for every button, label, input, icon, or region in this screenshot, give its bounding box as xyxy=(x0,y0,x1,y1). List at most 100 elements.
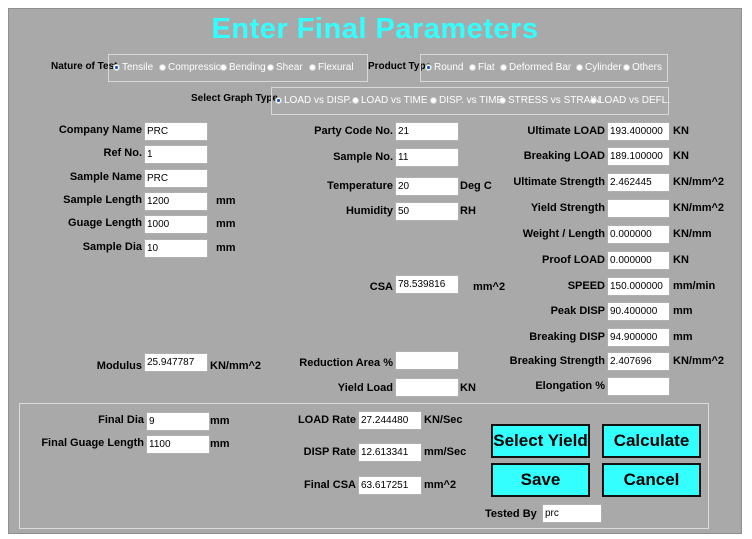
modulus-field[interactable]: 25.947787 xyxy=(144,353,208,372)
final-values-panel: Final Dia 9 mm Final Guage Length 1100 m… xyxy=(19,403,709,529)
radio-bending[interactable]: Bending xyxy=(220,62,266,73)
tested-by-field[interactable]: prc xyxy=(542,504,602,523)
breaking-strength-unit: KN/mm^2 xyxy=(673,355,725,367)
elongation-label: Elongation % xyxy=(535,380,605,392)
sample-no-field[interactable]: 11 xyxy=(395,148,459,167)
radio-selected-icon xyxy=(275,97,282,104)
sample-name-label: Sample Name xyxy=(69,171,142,183)
yield-load-field[interactable] xyxy=(395,378,459,397)
radio-round[interactable]: Round xyxy=(425,62,463,73)
radio-stress-vs-strain[interactable]: STRESS vs STRAIN xyxy=(499,95,600,106)
sample-length-unit: mm xyxy=(216,195,236,207)
final-dia-field[interactable]: 9 xyxy=(146,412,210,431)
weight-length-unit: KN/mm xyxy=(673,228,712,240)
final-csa-field[interactable]: 63.617251 xyxy=(358,476,422,495)
load-rate-field[interactable]: 27.244480 xyxy=(358,411,422,430)
ultimate-strength-label: Ultimate Strength xyxy=(513,176,605,188)
sample-dia-field[interactable]: 10 xyxy=(144,239,208,258)
ultimate-strength-field[interactable]: 2.462445 xyxy=(607,173,670,192)
window-title: Enter Final Parameters xyxy=(211,13,539,45)
speed-field[interactable]: 150.000000 xyxy=(607,277,670,296)
product-type-group: Round Flat Deformed Bar Cylinder Others xyxy=(420,54,668,82)
radio-load-vs-time[interactable]: LOAD vs TIME xyxy=(352,95,428,106)
yield-load-unit: KN xyxy=(460,382,476,394)
radio-deformed-bar[interactable]: Deformed Bar xyxy=(500,62,571,73)
breaking-disp-field[interactable]: 94.900000 xyxy=(607,328,670,347)
peak-disp-unit: mm xyxy=(673,305,693,317)
radio-icon xyxy=(267,64,274,71)
radio-tensile[interactable]: Tensile xyxy=(113,62,153,73)
save-button[interactable]: Save xyxy=(491,463,590,497)
radio-cylinder[interactable]: Cylinder xyxy=(576,62,622,73)
load-rate-label: LOAD Rate xyxy=(297,414,356,426)
modulus-label: Modulus xyxy=(96,360,142,372)
ultimate-load-field[interactable]: 193.400000 xyxy=(607,122,670,141)
ultimate-load-unit: KN xyxy=(673,125,689,137)
temperature-field[interactable]: 20 xyxy=(395,177,459,196)
disp-rate-label: DISP Rate xyxy=(303,446,356,458)
disp-rate-field[interactable]: 12.613341 xyxy=(358,443,422,462)
disp-rate-unit: mm/Sec xyxy=(424,446,467,458)
radio-icon xyxy=(499,97,506,104)
modulus-unit: KN/mm^2 xyxy=(210,360,262,372)
ref-no-label: Ref No. xyxy=(103,147,143,159)
sample-dia-label: Sample Dia xyxy=(82,241,142,253)
radio-selected-icon xyxy=(425,64,432,71)
sample-no-label: Sample No. xyxy=(333,151,393,163)
csa-field[interactable]: 78.539816 xyxy=(395,275,459,294)
proof-load-field[interactable]: 0.000000 xyxy=(607,251,670,270)
csa-label: CSA xyxy=(369,281,393,293)
final-guage-length-field[interactable]: 1100 xyxy=(146,435,210,454)
ultimate-load-label: Ultimate LOAD xyxy=(527,125,605,137)
radio-disp-vs-time[interactable]: DISP. vs TIME xyxy=(430,95,503,106)
humidity-field[interactable]: 50 xyxy=(395,202,459,221)
sample-name-field[interactable]: PRC xyxy=(144,169,208,188)
final-dia-label: Final Dia xyxy=(98,414,144,426)
sample-length-field[interactable]: 1200 xyxy=(144,192,208,211)
graph-type-label: Select Graph Type xyxy=(191,93,279,104)
speed-label: SPEED xyxy=(567,280,605,292)
proof-load-label: Proof LOAD xyxy=(542,254,605,266)
sample-dia-unit: mm xyxy=(216,242,236,254)
radio-others[interactable]: Others xyxy=(623,62,662,73)
radio-compression[interactable]: Compression xyxy=(159,62,227,73)
radio-icon xyxy=(309,64,316,71)
radio-load-vs-disp[interactable]: LOAD vs DISP. xyxy=(275,95,352,106)
radio-flat[interactable]: Flat xyxy=(469,62,495,73)
reduction-area-field[interactable] xyxy=(395,351,459,370)
radio-icon xyxy=(430,97,437,104)
elongation-field[interactable] xyxy=(607,377,670,396)
guage-length-label: Guage Length xyxy=(68,217,142,229)
temperature-label: Temperature xyxy=(327,180,393,192)
final-csa-unit: mm^2 xyxy=(424,479,457,491)
radio-flexural[interactable]: Flexural xyxy=(309,62,354,73)
party-code-field[interactable]: 21 xyxy=(395,122,459,141)
company-name-label: Company Name xyxy=(58,124,142,136)
company-name-field[interactable]: PRC xyxy=(144,122,208,141)
breaking-strength-field[interactable]: 2.407696 xyxy=(607,352,670,371)
yield-strength-field[interactable] xyxy=(607,199,670,218)
final-guage-length-unit: mm xyxy=(210,438,230,450)
radio-icon xyxy=(590,97,597,104)
breaking-disp-unit: mm xyxy=(673,331,693,343)
tested-by-label: Tested By xyxy=(485,508,537,520)
radio-icon xyxy=(352,97,359,104)
radio-load-vs-defl[interactable]: LOAD vs DEFL. xyxy=(590,95,670,106)
peak-disp-field[interactable]: 90.400000 xyxy=(607,302,670,321)
peak-disp-label: Peak DISP xyxy=(550,305,605,317)
nature-of-test-group: Tensile Compression Bending Shear Flexur… xyxy=(108,54,368,82)
guage-length-field[interactable]: 1000 xyxy=(144,215,208,234)
final-dia-unit: mm xyxy=(210,415,230,427)
sample-length-label: Sample Length xyxy=(63,194,142,206)
ref-no-field[interactable]: 1 xyxy=(144,145,208,164)
select-yield-button[interactable]: Select Yield xyxy=(491,424,590,458)
breaking-load-field[interactable]: 189.100000 xyxy=(607,147,670,166)
cancel-button[interactable]: Cancel xyxy=(602,463,701,497)
breaking-strength-label: Breaking Strength xyxy=(509,355,605,367)
radio-icon xyxy=(623,64,630,71)
weight-length-label: Weight / Length xyxy=(522,228,605,240)
radio-shear[interactable]: Shear xyxy=(267,62,303,73)
calculate-button[interactable]: Calculate xyxy=(602,424,701,458)
weight-length-field[interactable]: 0.000000 xyxy=(607,225,670,244)
humidity-label: Humidity xyxy=(345,205,393,217)
